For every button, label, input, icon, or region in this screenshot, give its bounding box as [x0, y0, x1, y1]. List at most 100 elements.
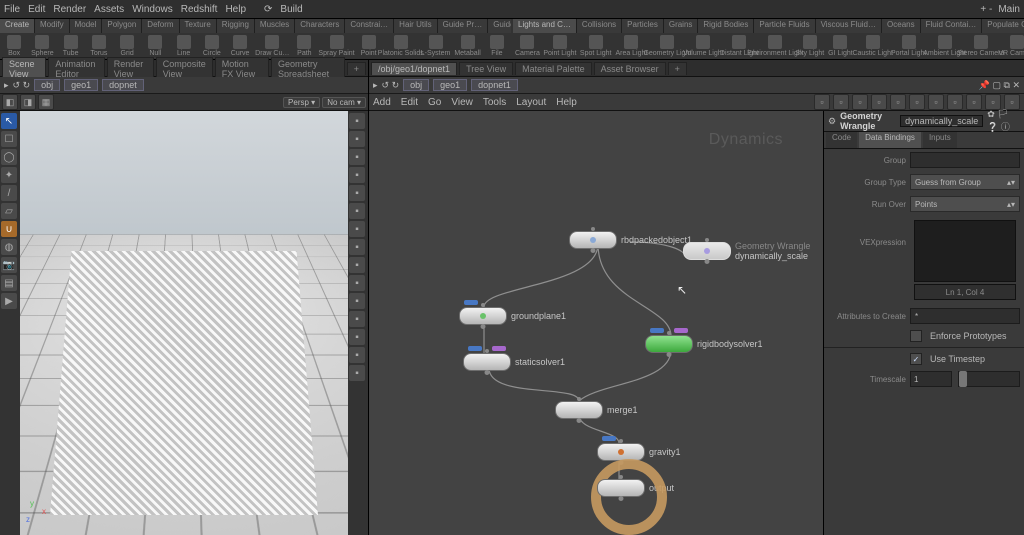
shelf-tool[interactable]: Curve [227, 34, 253, 58]
shelf-tool[interactable]: Draw Cu… [255, 34, 289, 58]
grid-icon[interactable]: ▪ [349, 311, 365, 327]
node-rigidbodysolver[interactable]: rigidbodysolver1 [645, 335, 763, 353]
null-icon[interactable]: ▪ [349, 257, 365, 273]
dropdown-group-type[interactable]: Guess from Group▴▾ [910, 174, 1020, 190]
tab-code[interactable]: Code [826, 132, 857, 148]
align-icon[interactable]: ▫ [852, 94, 868, 110]
shelf-tab[interactable]: Guide B… [488, 19, 511, 33]
shelf-tool[interactable]: Spray Paint [320, 34, 354, 58]
star-icon[interactable]: ▫ [833, 94, 849, 110]
shelf-tab[interactable]: Model [70, 19, 103, 33]
sticky-icon[interactable]: ▫ [947, 94, 963, 110]
shelf-tool[interactable]: Line [171, 34, 197, 58]
camera-icon[interactable]: ▪ [349, 275, 365, 291]
shelf-tab[interactable]: Polygon [102, 19, 142, 33]
shelf-tab[interactable]: Muscles [255, 19, 295, 33]
dropdown-run-over[interactable]: Points▴▾ [910, 196, 1020, 212]
shelf-tool[interactable]: Platonic Solids [384, 34, 418, 58]
group-icon[interactable]: ▫ [928, 94, 944, 110]
shelf-tool[interactable]: Stereo Camera [964, 34, 998, 58]
node-merge[interactable]: merge1 [555, 401, 638, 419]
nm-go[interactable]: Go [428, 97, 441, 108]
node-groundplane[interactable]: groundplane1 [459, 307, 566, 325]
nm-layout[interactable]: Layout [516, 97, 546, 108]
viewport-3d[interactable]: x y z [20, 111, 348, 535]
shelf-tool[interactable]: Volume Light [686, 34, 720, 58]
shelf-tab[interactable]: Populate Con… [982, 19, 1024, 33]
nm-view[interactable]: View [451, 97, 473, 108]
crumb-dopnet1[interactable]: dopnet1 [471, 79, 518, 91]
image-icon[interactable]: ▫ [966, 94, 982, 110]
wireframe-icon[interactable]: ▪ [349, 113, 365, 129]
shaded-icon[interactable]: ▪ [349, 131, 365, 147]
gear-icon[interactable]: ⚙ [828, 116, 836, 127]
field-group[interactable] [910, 152, 1020, 168]
shelf-tool[interactable]: File [484, 34, 510, 58]
view-btn[interactable]: ◧ [2, 94, 18, 110]
select-icon[interactable]: ☐ [1, 131, 17, 147]
crumb-obj[interactable]: obj [34, 79, 60, 91]
menu-assets[interactable]: Assets [94, 4, 124, 15]
shelf-tab[interactable]: Particle Fluids [754, 19, 815, 33]
field-timescale[interactable]: 1 [910, 371, 952, 387]
play-icon[interactable]: ▶ [1, 293, 17, 309]
tab-databindings[interactable]: Data Bindings [859, 132, 921, 148]
menu-windows[interactable]: Windows [132, 4, 173, 15]
shelf-tab[interactable]: Collisions [577, 19, 622, 33]
render-icon[interactable]: ◍ [1, 239, 17, 255]
shelf-tool[interactable]: Geometry Light [650, 34, 684, 58]
camera-persp[interactable]: Persp ▾ [283, 97, 320, 108]
shelf-tool[interactable]: Grid [114, 34, 140, 58]
list-icon[interactable]: ▫ [814, 94, 830, 110]
shelf-tool[interactable]: VR Camera [1000, 34, 1024, 58]
shelf-tab[interactable]: Guide Pr… [438, 19, 489, 33]
shelf-tool[interactable]: Tube [58, 34, 84, 58]
shelf-tab[interactable]: Characters [295, 19, 345, 33]
bgimage-icon[interactable]: ▪ [349, 347, 365, 363]
menu-render[interactable]: Render [53, 4, 86, 15]
shelf-tab[interactable]: Hair Utils [394, 19, 437, 33]
magnet-icon[interactable]: ∪ [1, 221, 17, 237]
crumb-geo1[interactable]: geo1 [64, 79, 98, 91]
scale-icon[interactable]: ▪ [349, 239, 365, 255]
lasso-icon[interactable]: ◯ [1, 149, 17, 165]
snap-icon[interactable]: ▪ [349, 293, 365, 309]
pane-tab[interactable]: Asset Browser [594, 62, 666, 75]
crumb-obj2[interactable]: obj [403, 79, 429, 91]
node-geometry-wrangle[interactable]: Geometry Wrangle dynamically_scale [683, 241, 810, 261]
shape-icon[interactable]: ▫ [1004, 94, 1020, 110]
shelf-tool[interactable]: Sky Light [794, 34, 825, 58]
pane-tab[interactable]: + [668, 62, 687, 75]
shelf-tool[interactable]: Sphere [29, 34, 55, 58]
shelf-tool[interactable]: Spot Light [579, 34, 613, 58]
shelf-tool[interactable]: Metaball [453, 34, 481, 58]
node-output[interactable]: output [597, 479, 674, 497]
slider-timescale[interactable] [958, 371, 1020, 387]
nm-add[interactable]: Add [373, 97, 391, 108]
menu-edit[interactable]: Edit [28, 4, 45, 15]
shelf-tool[interactable]: Portal Light [892, 34, 926, 58]
shelf-tool[interactable]: L-System [420, 34, 452, 58]
view-btn[interactable]: ◨ [20, 94, 36, 110]
shelf-tool[interactable]: GI Light [827, 34, 854, 58]
shelf-tool[interactable]: Circle [199, 34, 225, 58]
grid-icon[interactable]: ▫ [890, 94, 906, 110]
network-canvas[interactable]: Dynamics [369, 111, 823, 535]
measure-icon[interactable]: ▪ [349, 221, 365, 237]
shelf-tab[interactable]: Rigid Bodies [698, 19, 754, 33]
shelf-tool[interactable]: Point Light [543, 34, 577, 58]
node-staticsolver[interactable]: staticsolver1 [463, 353, 565, 371]
menu-help[interactable]: Help [225, 4, 246, 15]
brush-icon[interactable]: / [1, 185, 17, 201]
layout-main[interactable]: Main [998, 4, 1020, 15]
shelf-tool[interactable]: Camera [514, 34, 541, 58]
display-icon[interactable]: ▪ [349, 185, 365, 201]
view-btn[interactable]: ▦ [38, 94, 54, 110]
shelf-tab[interactable]: Rigging [217, 19, 255, 33]
shelf-tab[interactable]: Viscous Fluid… [816, 19, 882, 33]
pointer-icon[interactable]: ↖ [1, 113, 17, 129]
floor-icon[interactable]: ▱ [1, 203, 17, 219]
nm-help[interactable]: Help [556, 97, 577, 108]
shelf-tab[interactable]: Lights and C… [513, 19, 577, 33]
crumb-dopnet[interactable]: dopnet [102, 79, 144, 91]
